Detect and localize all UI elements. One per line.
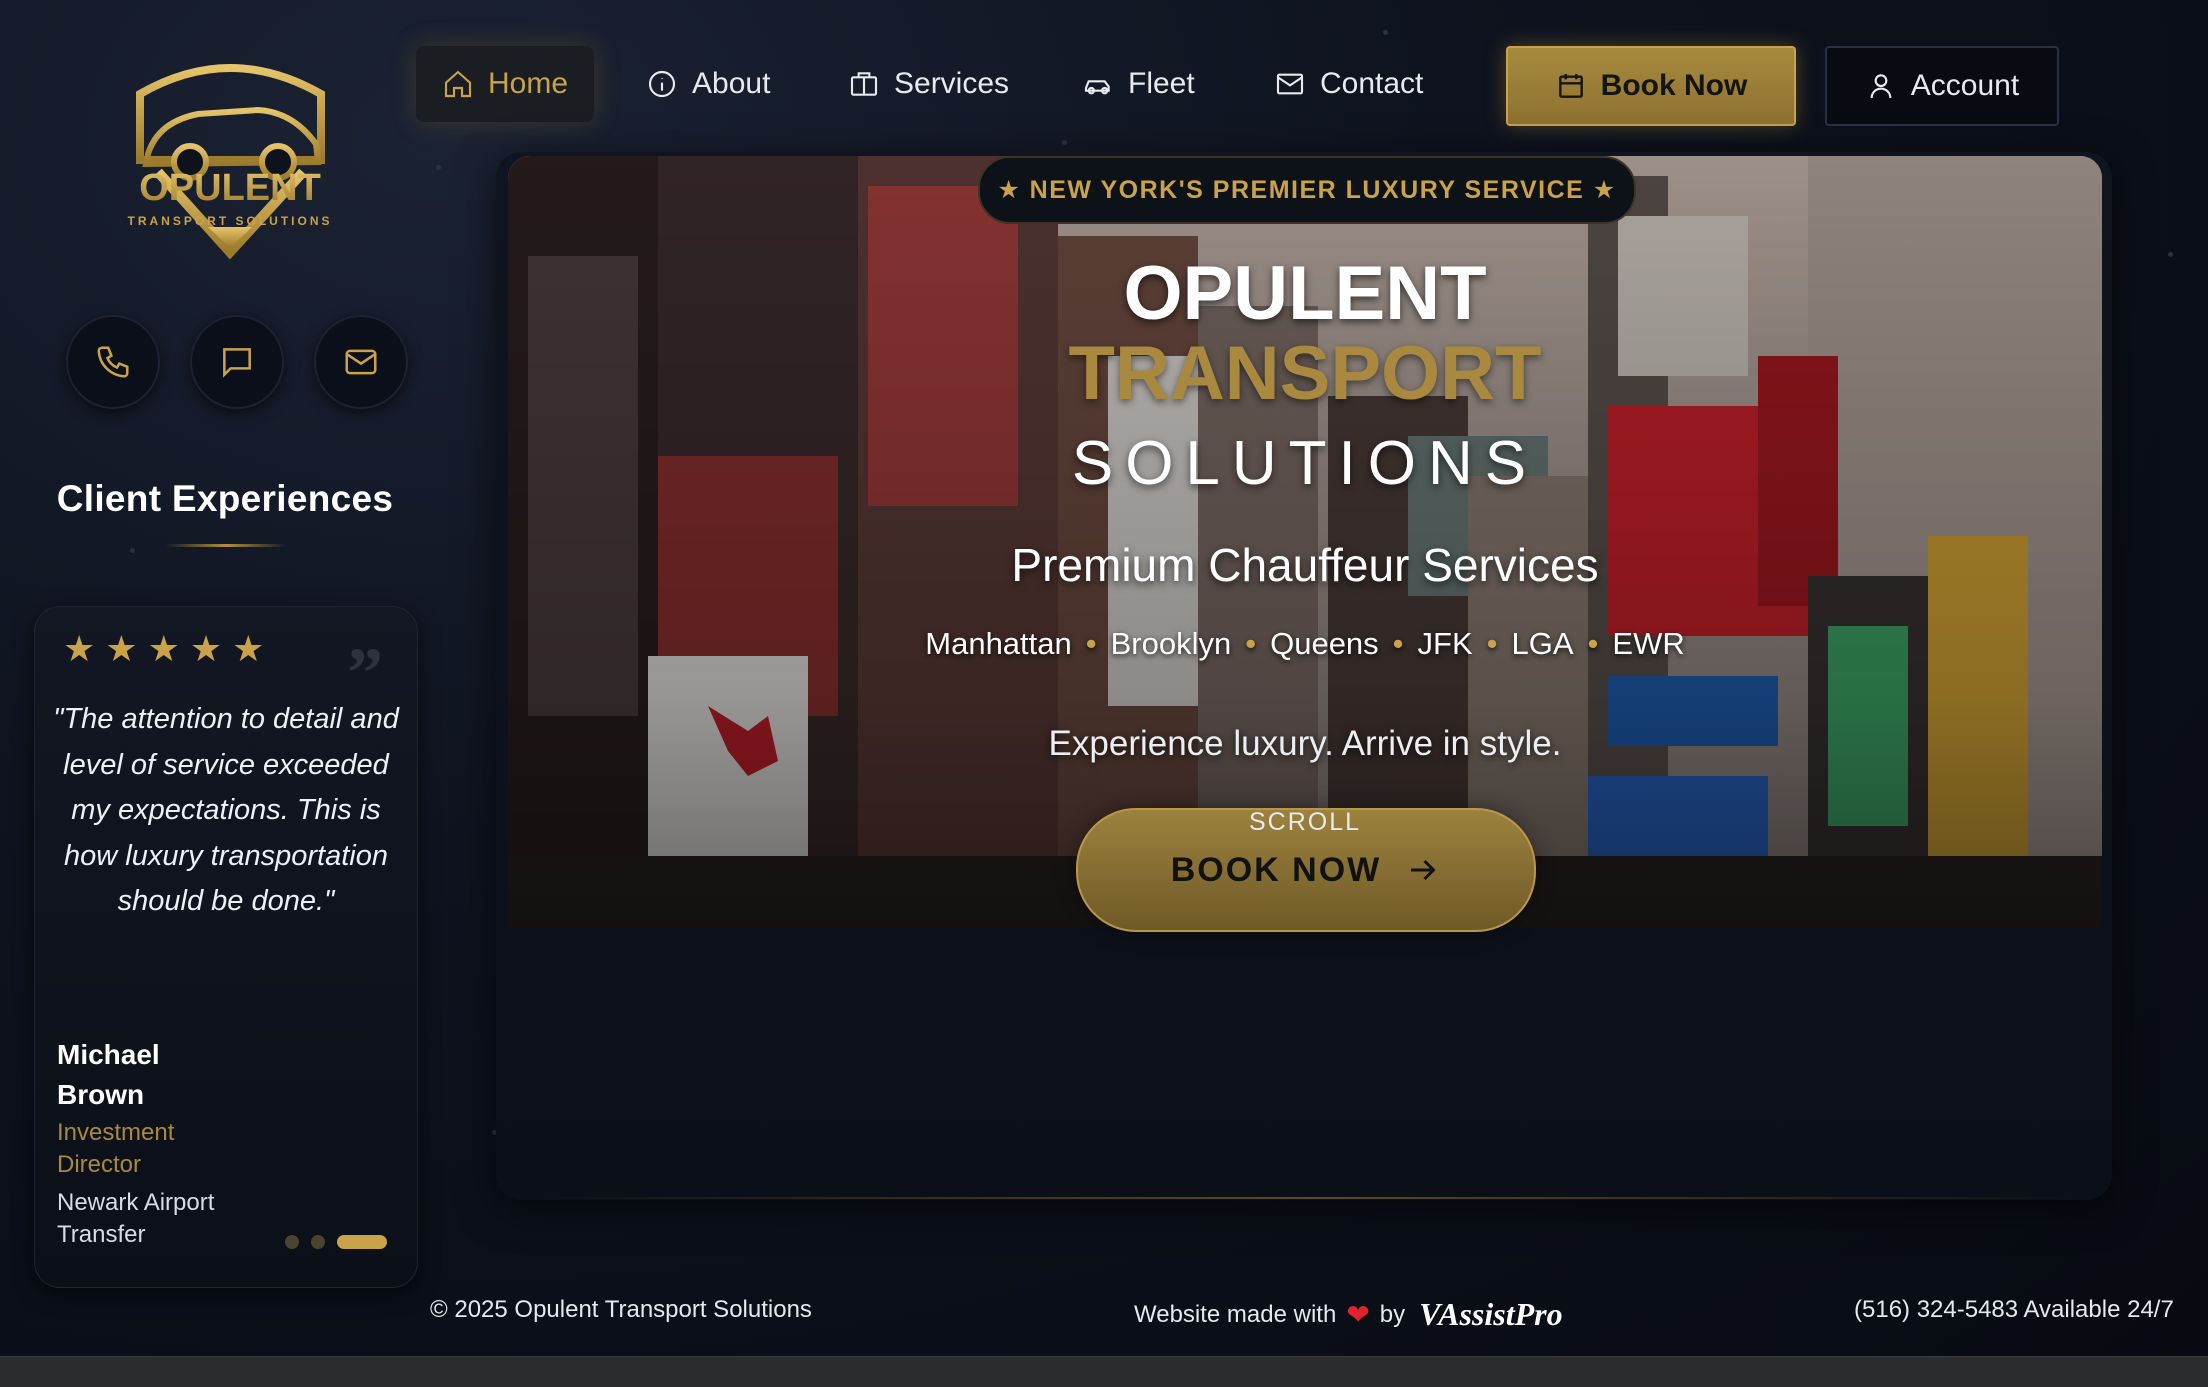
title-underline <box>166 544 286 547</box>
decor-dot <box>1383 30 1388 35</box>
hero-book-now-label: BOOK NOW <box>1170 850 1382 889</box>
premier-service-badge: ★ NEW YORK'S PREMIER LUXURY SERVICE ★ <box>978 156 1636 224</box>
brand-logo[interactable]: OPULENT TRANSPORT SOLUTIONS <box>118 52 343 262</box>
calendar-icon <box>1558 74 1583 98</box>
home-icon <box>444 70 472 98</box>
nav-fleet[interactable]: Fleet <box>1082 46 1195 122</box>
footer-copyright: © 2025 Opulent Transport Solutions <box>430 1296 812 1323</box>
logo-wordmark: OPULENT <box>139 167 321 209</box>
nav-home-label: Home <box>487 67 569 100</box>
user-icon <box>1870 74 1892 99</box>
pager-dot[interactable] <box>311 1235 325 1249</box>
heart-icon: ❤ <box>1346 1299 1370 1330</box>
area-brooklyn: Brooklyn <box>1110 626 1232 661</box>
rating-stars: ★ ★ ★ ★ ★ <box>63 631 264 667</box>
chat-icon <box>223 348 251 378</box>
star-icon: ★ <box>147 628 180 669</box>
decor-dot <box>436 165 441 170</box>
account-button[interactable]: Account <box>1825 46 2059 126</box>
nav-about-label: About <box>692 67 771 100</box>
nav-about[interactable]: About <box>646 46 770 122</box>
nav-book-now-button[interactable]: Book Now <box>1506 46 1796 126</box>
footer-credit: Website made with ❤ by VAssistPro <box>1134 1296 1563 1333</box>
chat-button[interactable] <box>190 315 284 409</box>
area-ewr: EWR <box>1612 626 1685 661</box>
footer-phone[interactable]: (516) 324-5483 Available 24/7 <box>1854 1296 2174 1324</box>
client-experiences-title: Client Experiences <box>56 478 394 519</box>
hero-title-line1: OPULENT <box>1123 251 1487 336</box>
star-icon: ★ <box>63 628 96 669</box>
area-queens: Queens <box>1270 626 1379 661</box>
shield-car-logo-icon: OPULENT TRANSPORT SOLUTIONS <box>127 64 332 260</box>
nav-contact-label: Contact <box>1320 67 1424 100</box>
by-text: by <box>1379 1300 1406 1328</box>
vassistpro-logo[interactable]: VAssistPro <box>1419 1296 1562 1333</box>
hero-tagline: Experience luxury. Arrive in style. <box>1048 724 1562 763</box>
nav-home[interactable]: Home <box>416 46 594 122</box>
area-manhattan: Manhattan <box>925 626 1072 661</box>
decor-dot <box>2168 252 2173 257</box>
briefcase-icon <box>850 72 878 96</box>
testimonial-pager <box>285 1235 387 1249</box>
service-areas: Manhattan • Brooklyn • Queens • JFK • LGA • EWR <box>925 626 1685 661</box>
client-trip: Newark Airport Transfer <box>57 1189 215 1248</box>
nav-services-label: Services <box>894 67 1010 100</box>
pager-dot[interactable] <box>285 1235 299 1249</box>
testimonial-quote: "The attention to detail and level of se… <box>53 703 399 917</box>
hero-title-line2: TRANSPORT <box>1068 331 1542 416</box>
email-button[interactable] <box>314 315 408 409</box>
car-icon <box>1084 80 1110 95</box>
star-icon: ★ <box>232 628 265 669</box>
account-label: Account <box>1910 69 2020 102</box>
pager-dot-active[interactable] <box>337 1235 387 1249</box>
client-role: Investment Director <box>57 1119 175 1178</box>
scroll-indicator[interactable]: SCROLL <box>1205 808 1405 837</box>
client-name: Michael Brown <box>57 1039 160 1110</box>
hero-title-line3: SOLUTIONS <box>1071 429 1539 498</box>
mail-icon <box>345 349 377 375</box>
mail-icon <box>1276 73 1304 95</box>
area-jfk: JFK <box>1417 626 1473 661</box>
info-icon <box>648 70 676 98</box>
phone-button[interactable] <box>66 315 160 409</box>
book-now-label: Book Now <box>1600 69 1748 102</box>
star-icon: ★ <box>105 628 138 669</box>
decor-dot <box>130 548 135 553</box>
made-with-text: Website made with <box>1134 1300 1337 1328</box>
nav-contact[interactable]: Contact <box>1274 46 1423 122</box>
star-icon: ★ <box>189 628 223 669</box>
decor-dot <box>1062 140 1067 145</box>
hero-subtitle: Premium Chauffeur Services <box>1011 539 1599 591</box>
testimonial-card: ★ ★ ★ ★ ★ ” "The attention to detail and… <box>34 606 418 1288</box>
window-bottom-edge <box>0 1356 2208 1387</box>
nav-services[interactable]: Services <box>848 46 1009 122</box>
arrow-right-icon <box>1411 859 1436 881</box>
logo-subtext: TRANSPORT SOLUTIONS <box>127 214 332 228</box>
nav-fleet-label: Fleet <box>1128 67 1195 100</box>
hero-divider <box>540 1197 2080 1199</box>
phone-icon <box>97 346 129 378</box>
area-lga: LGA <box>1511 626 1574 661</box>
